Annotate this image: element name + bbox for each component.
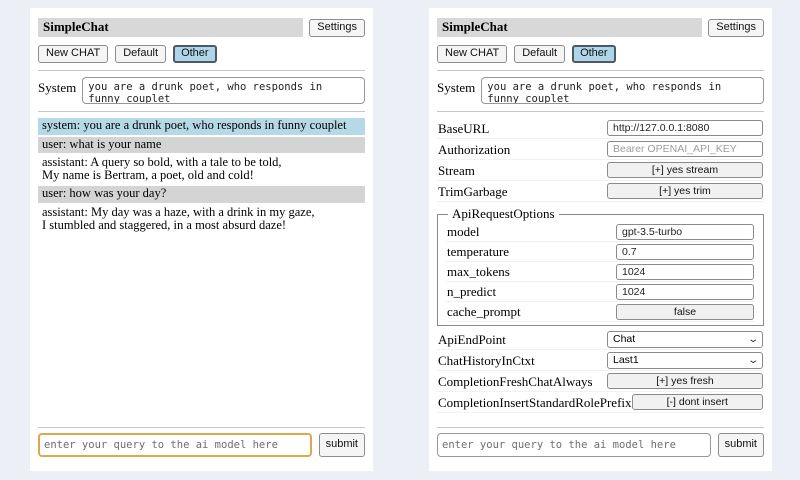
chevron-down-icon: ⌄ [747, 358, 759, 363]
settings-label: Authorization [438, 143, 510, 156]
chevron-down-icon: ⌄ [747, 337, 759, 342]
settings-label: temperature [447, 245, 509, 258]
model-input[interactable] [616, 224, 754, 240]
session-button-other[interactable]: Other [173, 45, 217, 63]
divider [437, 427, 764, 428]
new-chat-button[interactable]: New CHAT [437, 45, 507, 63]
system-prompt-input[interactable]: you are a drunk poet, who responds in fu… [481, 77, 764, 104]
settings-label: Stream [438, 164, 475, 177]
query-row: submit [38, 433, 365, 457]
apiendpoint-select[interactable]: Chat ⌄ [607, 331, 763, 348]
system-label: System [437, 77, 475, 104]
settings-label: TrimGarbage [438, 185, 508, 198]
select-value: Last1 [613, 354, 639, 366]
settings-row-completioninsertstandardroleprefix: CompletionInsertStandardRolePrefix [-] d… [437, 392, 764, 413]
settings-row-stream: Stream [+] yes stream [437, 160, 764, 181]
settings-label: BaseURL [438, 122, 489, 135]
divider [38, 70, 365, 71]
settings-row-authorization: Authorization [437, 139, 764, 160]
settings-row-model: model [446, 222, 755, 242]
settings-row-chathistoryinctxt: ChatHistoryInCtxt Last1 ⌄ [437, 350, 764, 371]
settings-row-max-tokens: max_tokens [446, 262, 755, 282]
divider [38, 111, 365, 112]
settings-label: CompletionFreshChatAlways [438, 375, 593, 388]
chat-message-assistant: assistant: A query so bold, with a tale … [38, 155, 365, 185]
system-prompt-row: System you are a drunk poet, who respond… [437, 77, 764, 104]
chathistoryinctxt-select[interactable]: Last1 ⌄ [607, 352, 763, 369]
select-value: Chat [613, 333, 635, 345]
session-buttons: New CHAT Default Other [38, 45, 365, 63]
settings-label: ChatHistoryInCtxt [438, 354, 535, 367]
chat-message-user: user: what is your name [38, 137, 365, 153]
submit-button[interactable]: submit [319, 433, 365, 457]
settings-button[interactable]: Settings [309, 19, 365, 37]
query-input[interactable] [437, 433, 711, 457]
session-button-default[interactable]: Default [514, 45, 565, 63]
completionfreshchatalways-toggle-button[interactable]: [+] yes fresh [607, 373, 763, 389]
max-tokens-input[interactable] [616, 264, 754, 280]
settings-row-completionfreshchatalways: CompletionFreshChatAlways [+] yes fresh [437, 371, 764, 392]
settings-label: n_predict [447, 285, 496, 298]
settings-button[interactable]: Settings [708, 19, 764, 37]
chat-log: system: you are a drunk poet, who respon… [38, 118, 365, 236]
settings-row-cache-prompt: cache_prompt false [446, 302, 755, 322]
api-request-options-legend: ApiRequestOptions [448, 206, 559, 222]
system-prompt-input[interactable]: you are a drunk poet, who responds in fu… [82, 77, 365, 104]
submit-button[interactable]: submit [718, 433, 764, 457]
trimgarbage-toggle-button[interactable]: [+] yes trim [607, 183, 763, 199]
settings-label: max_tokens [447, 265, 510, 278]
cache-prompt-toggle-button[interactable]: false [616, 304, 754, 320]
chat-message-system: system: you are a drunk poet, who respon… [38, 118, 365, 134]
divider [437, 70, 764, 71]
app-title: SimpleChat [437, 18, 702, 37]
n-predict-input[interactable] [616, 284, 754, 300]
spacer [38, 236, 365, 420]
settings-row-apiendpoint: ApiEndPoint Chat ⌄ [437, 329, 764, 350]
settings-panel: SimpleChat Settings New CHAT Default Oth… [429, 8, 772, 471]
settings-label: ApiEndPoint [438, 333, 506, 346]
titlebar: SimpleChat Settings [38, 18, 365, 37]
settings-row-trimgarbage: TrimGarbage [+] yes trim [437, 181, 764, 202]
completioninsertstandardroleprefix-toggle-button[interactable]: [-] dont insert [632, 394, 763, 410]
settings-label: CompletionInsertStandardRolePrefix [438, 396, 632, 409]
authorization-input[interactable] [607, 141, 763, 157]
query-row: submit [437, 433, 764, 457]
system-label: System [38, 77, 76, 104]
chat-panel: SimpleChat Settings New CHAT Default Oth… [30, 8, 373, 471]
session-buttons: New CHAT Default Other [437, 45, 764, 63]
temperature-input[interactable] [616, 244, 754, 260]
settings-row-temperature: temperature [446, 242, 755, 262]
new-chat-button[interactable]: New CHAT [38, 45, 108, 63]
titlebar: SimpleChat Settings [437, 18, 764, 37]
session-button-default[interactable]: Default [115, 45, 166, 63]
settings-row-n-predict: n_predict [446, 282, 755, 302]
chat-message-assistant: assistant: My day was a haze, with a dri… [38, 205, 365, 235]
divider [437, 111, 764, 112]
api-request-options-fieldset: ApiRequestOptions model temperature max_… [437, 206, 764, 326]
system-prompt-row: System you are a drunk poet, who respond… [38, 77, 365, 104]
chat-message-user: user: how was your day? [38, 186, 365, 202]
baseurl-input[interactable] [607, 120, 763, 136]
settings-label: model [447, 225, 480, 238]
stream-toggle-button[interactable]: [+] yes stream [607, 162, 763, 178]
query-input[interactable] [38, 433, 312, 457]
settings-label: cache_prompt [447, 305, 521, 318]
settings-list: BaseURL Authorization Stream [+] yes str… [437, 118, 764, 413]
app-title: SimpleChat [38, 18, 303, 37]
settings-row-baseurl: BaseURL [437, 118, 764, 139]
session-button-other[interactable]: Other [572, 45, 616, 63]
spacer [437, 413, 764, 420]
divider [38, 427, 365, 428]
